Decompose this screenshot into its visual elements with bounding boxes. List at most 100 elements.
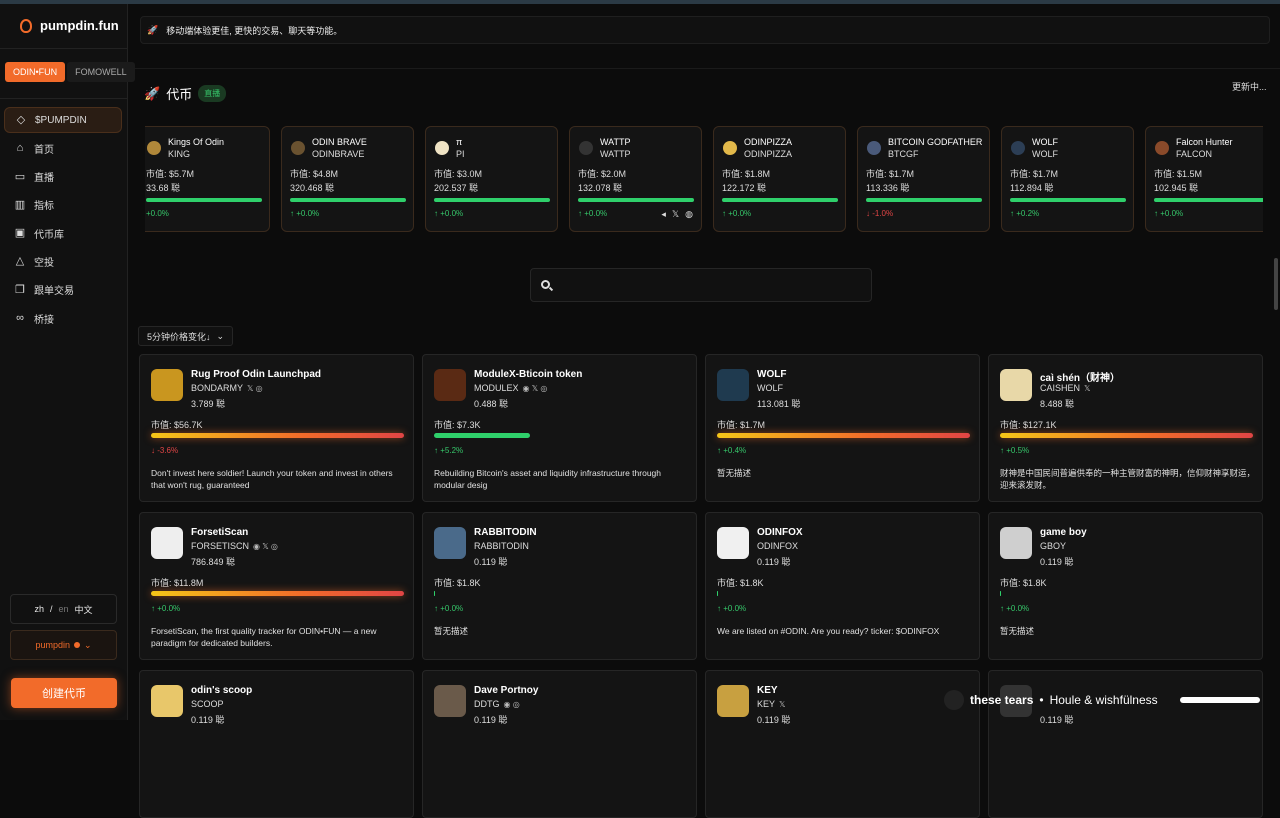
ticker-card[interactable]: π PI 市值: $3.0M 202.537 聪 ↑ +0.0% — [425, 126, 558, 232]
token-symbol: KEY — [757, 699, 776, 709]
sidebar-item-3[interactable]: ▥ 指标 — [4, 192, 122, 218]
price-change: ↑ +0.0% — [290, 209, 320, 218]
ticker-card[interactable]: WOLF WOLF 市值: $1.7M 112.894 聪 ↑ +0.2% — [1001, 126, 1134, 232]
token-price: 8.488 聪 — [1040, 399, 1075, 409]
bonding-progress — [434, 433, 687, 438]
token-card[interactable]: RABBITODIN RABBITODIN 0.119 聪 市值: $1.8K … — [422, 512, 697, 660]
progress-bar — [434, 198, 550, 202]
sidebar-divider — [0, 48, 128, 49]
sidebar-item-7[interactable]: ∞ 桥接 — [4, 305, 122, 331]
token-name: Dave Portnoy — [474, 685, 539, 696]
social-icons[interactable]: 𝕏 — [1084, 384, 1090, 393]
ticker-card[interactable]: BITCOIN GODFATHER BTCGF 市值: $1.7M 113.33… — [857, 126, 990, 232]
token-card[interactable]: odin's scoop SCOOP 0.119 聪 — [139, 670, 414, 818]
copy-icon: ❐ — [15, 283, 25, 296]
market-cap: 市值: $1.7M — [866, 169, 915, 179]
token-card[interactable]: game boy GBOY 0.119 聪 市值: $1.8K ↑ +0.0% … — [988, 512, 1263, 660]
sort-dropdown[interactable]: 5分钟价格变化↓ ⌄ — [138, 326, 234, 346]
bonding-progress — [434, 749, 687, 754]
token-card[interactable]: ForsetiScan FORSETISCN ◉ 𝕏 ◎ 786.849 聪 市… — [139, 512, 414, 660]
ticker-card[interactable]: ODINPIZZA ODINPIZZA 市值: $1.8M 122.172 聪 … — [713, 126, 846, 232]
price-change: ↑ +0.0% — [1000, 604, 1030, 613]
market-cap: 市值: $5.7M — [146, 169, 195, 179]
sidebar-item-0[interactable]: ◇ $PUMPDIN — [4, 107, 122, 133]
sidebar-item-4[interactable]: ▣ 代币库 — [4, 220, 122, 246]
sidebar-item-label: 空投 — [34, 257, 54, 269]
token-symbol: RABBITODIN — [474, 541, 529, 551]
bonding-progress — [1000, 591, 1253, 596]
search-input[interactable] — [530, 268, 872, 302]
market-cap: 市值: $1.7M — [1010, 169, 1059, 179]
sidebar-item-1[interactable]: ⌂ 首页 — [4, 135, 122, 161]
token-avatar — [434, 527, 466, 559]
token-icon — [291, 141, 305, 155]
token-avatar — [151, 369, 183, 401]
sidebar-item-label: 代币库 — [34, 229, 64, 241]
token-card[interactable]: ModuleX-Bticoin token MODULEX ◉ 𝕏 ◎ 0.48… — [422, 354, 697, 502]
music-player[interactable]: these tears • Houle & wishfülness — [944, 688, 1280, 712]
token-name: π — [456, 137, 463, 147]
social-icons[interactable]: 𝕏 — [779, 700, 785, 709]
bonding-progress — [1000, 433, 1253, 438]
ticker-card[interactable]: WATTP WATTP 市值: $2.0M 132.078 聪 ↑ +0.0% … — [569, 126, 702, 232]
bonding-progress-fill — [151, 591, 404, 596]
token-card[interactable]: KEY KEY 𝕏 0.119 聪 — [705, 670, 980, 818]
track-progress[interactable] — [1180, 697, 1260, 703]
token-name: WATTP — [600, 137, 631, 147]
token-symbol-row: SCOOP — [191, 699, 228, 709]
lang-en[interactable]: en — [59, 604, 69, 614]
social-icons[interactable]: ◉ 𝕏 ◎ — [253, 542, 278, 551]
progress-bar — [1154, 198, 1263, 202]
rocket-icon: 🚀 — [144, 85, 161, 101]
social-icons[interactable]: ◉ 𝕏 ◎ — [523, 384, 548, 393]
ticker-card[interactable]: Falcon Hunter FALCON 市值: $1.5M 102.945 聪… — [1145, 126, 1263, 232]
sidebar-item-label: 桥接 — [34, 314, 54, 326]
social-icons[interactable]: ◉ ◎ — [504, 700, 520, 709]
price-change: ↑ +0.5% — [1000, 446, 1030, 455]
trending-ticker[interactable]: Kings Of Odin KING 市值: $5.7M 33.68 聪 +0.… — [145, 126, 1263, 232]
token-symbol-row: KEY 𝕏 — [757, 699, 785, 709]
app-logo[interactable]: pumpdin.fun — [20, 18, 119, 33]
telegram-icon[interactable]: ◂ — [661, 209, 666, 220]
market-cap: 市值: $127.1K — [1000, 420, 1057, 430]
create-token-button[interactable]: 创建代币 — [11, 678, 117, 708]
progress-bar — [578, 198, 694, 202]
token-card[interactable]: ODINFOX ODINFOX 0.119 聪 市值: $1.8K ↑ +0.0… — [705, 512, 980, 660]
x-icon[interactable]: 𝕏 — [672, 209, 679, 220]
token-price: 202.537 聪 — [434, 183, 479, 193]
sidebar-item-label: 指标 — [34, 201, 54, 213]
album-art — [944, 690, 964, 710]
bonding-progress — [1000, 749, 1253, 754]
scrollbar[interactable] — [1274, 258, 1278, 310]
globe-icon[interactable]: ◍ — [685, 209, 693, 220]
token-icon — [723, 141, 737, 155]
tab-odinfun[interactable]: ODIN•FUN — [5, 62, 66, 82]
sidebar-item-6[interactable]: ❐ 跟单交易 — [4, 277, 122, 303]
bonding-progress-fill — [1000, 433, 1253, 438]
token-avatar — [434, 685, 466, 717]
token-card[interactable]: caì shén（财神） CAISHEN 𝕏 8.488 聪 市值: $127.… — [988, 354, 1263, 502]
token-card[interactable]: Dave Portnoy DDTG ◉ ◎ 0.119 聪 — [422, 670, 697, 818]
market-cap: 市值: $1.8K — [717, 578, 764, 588]
tab-fomowell[interactable]: FOMOWELL — [67, 62, 135, 82]
price-change: ↑ +0.0% — [1154, 209, 1184, 218]
token-description: 暂无描述 — [1000, 626, 1035, 636]
sidebar-item-2[interactable]: ▭ 直播 — [4, 164, 122, 190]
ticker-card[interactable]: ODIN BRAVE ODINBRAVE 市值: $4.8M 320.468 聪… — [281, 126, 414, 232]
language-switcher[interactable]: zh / en 中文 — [10, 594, 117, 624]
social-icons[interactable]: 𝕏 ◎ — [247, 384, 263, 393]
token-avatar — [717, 685, 749, 717]
token-symbol: ODINFOX — [757, 541, 799, 551]
token-card[interactable]: WOLF WOLF 113.081 聪 市值: $1.7M ↑ +0.4% 暂无… — [705, 354, 980, 502]
price-change: ↑ +5.2% — [434, 446, 464, 455]
token-card[interactable]: Rug Proof Odin Launchpad BONDARMY 𝕏 ◎ 3.… — [139, 354, 414, 502]
price-change: ↓ -3.6% — [151, 446, 179, 455]
ticker-card[interactable]: Kings Of Odin KING 市值: $5.7M 33.68 聪 +0.… — [145, 126, 270, 232]
token-symbol-row: GBOY — [1040, 541, 1070, 551]
price-change: +0.0% — [146, 209, 169, 218]
user-menu[interactable]: pumpdin ⌄ — [10, 630, 117, 660]
lang-zh[interactable]: zh — [34, 604, 44, 614]
token-symbol: GBOY — [1040, 541, 1067, 551]
sidebar-item-5[interactable]: △ 空投 — [4, 248, 122, 274]
token-symbol: ODINBRAVE — [312, 149, 365, 159]
